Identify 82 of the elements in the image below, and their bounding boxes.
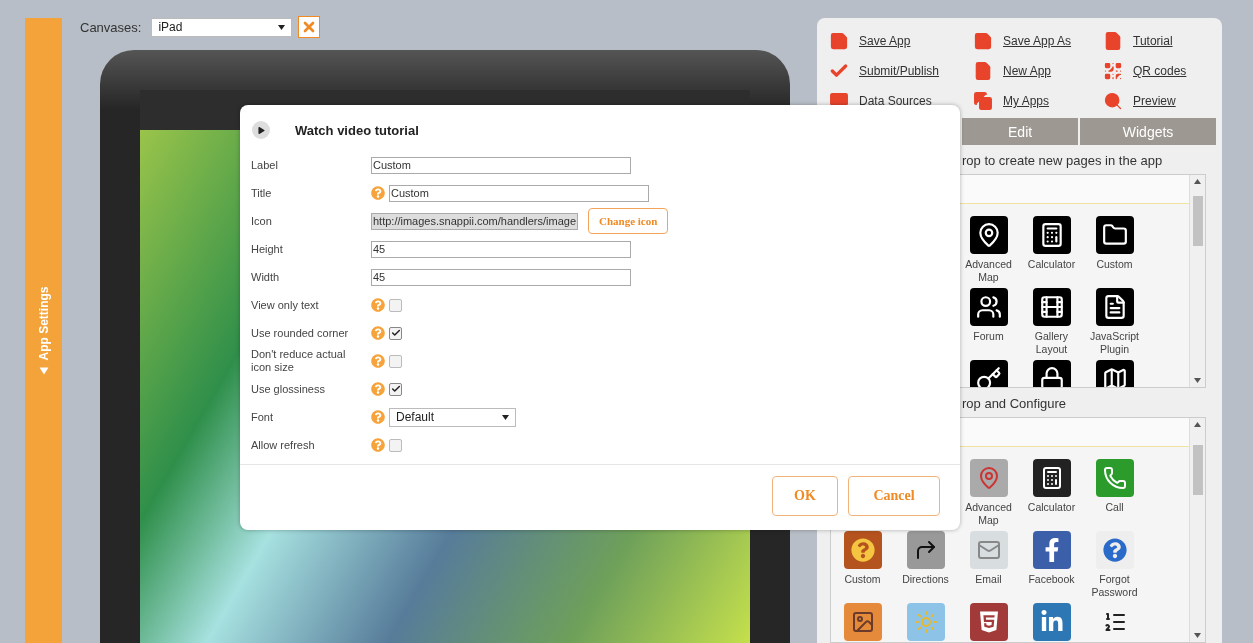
checkbox[interactable] — [389, 354, 402, 368]
document-icon — [973, 61, 993, 81]
widget-label[interactable]: Call — [1105, 500, 1124, 514]
scroll-up-icon[interactable] — [1194, 179, 1201, 184]
magnifier-icon — [1103, 91, 1123, 111]
widget-label[interactable]: Calculator — [1027, 500, 1076, 514]
text-field[interactable]: Custom — [371, 156, 631, 174]
widget-label[interactable]: Facebook — [1028, 572, 1075, 586]
field-label: Height — [251, 242, 284, 256]
widget-label[interactable]: Custom — [1096, 258, 1133, 271]
widget-label[interactable]: Email — [975, 572, 1002, 586]
text-field[interactable]: 45 — [371, 268, 631, 286]
caret-icon — [278, 24, 286, 30]
toolbar-link[interactable]: Submit/Publish — [829, 56, 973, 86]
widget-label[interactable]: Forgot Password — [1083, 572, 1146, 599]
scroll-down-icon[interactable] — [1194, 633, 1201, 638]
toolbar-link[interactable]: Tutorial — [1103, 26, 1222, 56]
checkbox[interactable] — [389, 326, 402, 340]
canvases-label: Canvases: — [80, 19, 142, 35]
toolbar-link[interactable]: Save App — [829, 26, 973, 56]
checkmark-icon — [390, 384, 401, 394]
canvas-select[interactable]: iPad — [151, 17, 293, 37]
dialog-title[interactable]: Watch video tutorial — [295, 122, 419, 138]
people-icon — [975, 294, 1002, 320]
scrollbar[interactable] — [1189, 175, 1205, 387]
widget-label[interactable]: Custom — [844, 572, 881, 586]
scrollbar[interactable] — [1189, 417, 1205, 642]
widget-label[interactable]: Forum — [973, 330, 1004, 343]
help-icon[interactable] — [371, 186, 385, 200]
help-icon[interactable] — [371, 354, 385, 368]
section-title: rop and Configure — [961, 394, 1068, 413]
folder-icon — [1101, 222, 1128, 248]
widget-label[interactable]: Calculator — [1027, 258, 1076, 271]
document-icon — [1103, 31, 1123, 51]
widget-label[interactable]: Directions — [902, 572, 949, 586]
checkmark-icon — [390, 328, 401, 338]
field-label: Icon — [251, 214, 273, 228]
toolbar-link[interactable]: New App — [973, 56, 1103, 86]
field-label: Don't reduce actual icon size — [251, 348, 347, 374]
field-label: Use glossiness — [251, 382, 326, 396]
font-select[interactable]: Default — [389, 407, 516, 427]
question-mark-icon — [850, 537, 875, 562]
stacked-pages-icon — [973, 91, 993, 111]
scroll-down-icon[interactable] — [1194, 377, 1201, 383]
landscape-icon — [850, 609, 875, 634]
close-button[interactable] — [298, 16, 321, 38]
linkedin-icon — [1039, 609, 1064, 634]
widget-label[interactable]: Advanced Map — [957, 258, 1020, 284]
play-icon — [257, 126, 265, 134]
widget-label[interactable]: JavaScript Plugin — [1083, 330, 1146, 356]
widget-label[interactable]: Advanced Map — [957, 500, 1020, 527]
widget-label[interactable]: Gallery Layout — [1020, 330, 1083, 356]
question-mark-icon — [1102, 537, 1127, 562]
section-title: rop to create new pages in the app — [961, 152, 1164, 170]
text-field[interactable]: Custom — [389, 184, 649, 202]
help-icon[interactable] — [371, 438, 385, 452]
caret-icon — [502, 414, 509, 420]
scroll-thumb[interactable] — [1192, 444, 1203, 495]
checkbox[interactable] — [389, 438, 402, 452]
text-field[interactable]: 45 — [371, 240, 631, 258]
field-label: View only text — [251, 298, 320, 312]
checkbox[interactable] — [389, 298, 402, 312]
qr-code-icon — [1103, 61, 1123, 81]
field-label: Width — [251, 270, 281, 284]
film-strip-icon — [1038, 294, 1065, 320]
toolbar-link[interactable]: My Apps — [973, 86, 1103, 116]
field-label: Use rounded corner — [251, 326, 350, 340]
help-icon[interactable] — [371, 410, 385, 424]
toolbar-link[interactable]: Save App As — [973, 26, 1103, 56]
scroll-thumb[interactable] — [1192, 195, 1203, 246]
phone-icon — [1102, 465, 1127, 490]
toolbar-link[interactable]: QR codes — [1103, 56, 1222, 86]
field-label: Allow refresh — [251, 438, 316, 452]
icon-url-field[interactable]: http://images.snappii.com/handlers/image — [371, 212, 578, 230]
field-label: Label — [251, 158, 279, 172]
field-label: Title — [251, 186, 273, 200]
play-button[interactable] — [252, 121, 270, 139]
toolbar-link[interactable]: Preview — [1103, 86, 1222, 116]
help-icon[interactable] — [371, 298, 385, 312]
scroll-up-icon[interactable] — [1194, 421, 1201, 427]
checkbox[interactable] — [389, 382, 402, 396]
field-label: Font — [251, 410, 274, 424]
